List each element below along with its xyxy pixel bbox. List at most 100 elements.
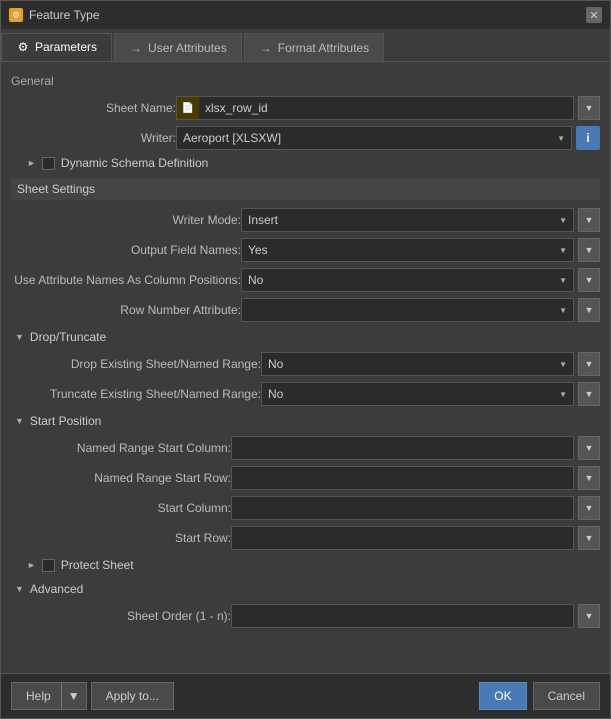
title-bar: ⚙ Feature Type ✕	[1, 1, 610, 29]
use-attribute-names-label: Use Attribute Names As Column Positions:	[11, 273, 241, 287]
footer: Help ▼ Apply to... OK Cancel	[1, 673, 610, 718]
protect-sheet-row: ► Protect Sheet	[27, 558, 600, 572]
writer-mode-arrow-icon: ▼	[559, 216, 567, 225]
named-range-start-row-label: Named Range Start Row:	[11, 471, 231, 485]
truncate-existing-value: No	[268, 387, 283, 401]
writer-control: Aeroport [XLSXW] ▼ i	[176, 126, 600, 150]
dynamic-schema-label: Dynamic Schema Definition	[61, 156, 208, 170]
row-number-attribute-control: ▼ ▼	[241, 298, 600, 322]
general-section-label: General	[11, 74, 600, 88]
row-number-attribute-select[interactable]: ▼	[241, 298, 574, 322]
sheet-order-dropdown-btn[interactable]: ▼	[578, 604, 600, 628]
start-column-row: Start Column: ▼	[11, 496, 600, 520]
dynamic-schema-checkbox[interactable]	[42, 157, 55, 170]
writer-arrow-icon: ▼	[557, 134, 565, 143]
start-column-dropdown-btn[interactable]: ▼	[578, 496, 600, 520]
truncate-existing-select[interactable]: No ▼	[261, 382, 574, 406]
sheet-order-row: Sheet Order (1 - n): ▼	[11, 604, 600, 628]
named-range-start-col-input[interactable]	[231, 436, 574, 460]
truncate-existing-row: Truncate Existing Sheet/Named Range: No …	[11, 382, 600, 406]
tab-format-attributes-label: Format Attributes	[278, 41, 369, 55]
use-attribute-names-row: Use Attribute Names As Column Positions:…	[11, 268, 600, 292]
tab-parameters-label: Parameters	[35, 40, 97, 54]
drop-existing-dropdown-btn[interactable]: ▼	[578, 352, 600, 376]
start-row-row: Start Row: ▼	[11, 526, 600, 550]
truncate-existing-arrow-icon: ▼	[559, 390, 567, 399]
writer-info-btn[interactable]: i	[576, 126, 600, 150]
drop-truncate-label: Drop/Truncate	[30, 330, 106, 344]
row-number-attribute-row: Row Number Attribute: ▼ ▼	[11, 298, 600, 322]
cancel-button[interactable]: Cancel	[533, 682, 600, 710]
close-button[interactable]: ✕	[586, 7, 602, 23]
tab-user-attributes[interactable]: → User Attributes	[114, 33, 242, 61]
drop-truncate-collapse-icon: ▼	[15, 332, 24, 342]
output-field-names-dropdown-btn[interactable]: ▼	[578, 238, 600, 262]
drop-existing-select[interactable]: No ▼	[261, 352, 574, 376]
writer-select[interactable]: Aeroport [XLSXW] ▼	[176, 126, 572, 150]
row-number-attribute-dropdown-btn[interactable]: ▼	[578, 298, 600, 322]
help-button[interactable]: Help	[11, 682, 61, 710]
start-position-header[interactable]: ▼ Start Position	[11, 412, 600, 430]
drop-existing-control: No ▼ ▼	[261, 352, 600, 376]
named-range-start-row-input[interactable]	[231, 466, 574, 490]
start-column-input[interactable]	[231, 496, 574, 520]
main-window: ⚙ Feature Type ✕ ⚙ Parameters → User Att…	[0, 0, 611, 719]
tab-bar: ⚙ Parameters → User Attributes → Format …	[1, 29, 610, 62]
use-attribute-names-select[interactable]: No ▼	[241, 268, 574, 292]
tab-parameters[interactable]: ⚙ Parameters	[1, 33, 112, 61]
writer-mode-control: Insert ▼ ▼	[241, 208, 600, 232]
writer-mode-row: Writer Mode: Insert ▼ ▼	[11, 208, 600, 232]
sheet-name-control: 📄 xlsx_row_id ▼	[176, 96, 600, 120]
writer-mode-dropdown-btn[interactable]: ▼	[578, 208, 600, 232]
start-position-label: Start Position	[30, 414, 101, 428]
sheet-name-value: xlsx_row_id	[199, 101, 573, 115]
named-range-start-col-label: Named Range Start Column:	[11, 441, 231, 455]
advanced-header[interactable]: ▼ Advanced	[11, 580, 600, 598]
output-field-names-arrow-icon: ▼	[559, 246, 567, 255]
sheet-order-input[interactable]	[231, 604, 574, 628]
start-row-dropdown-btn[interactable]: ▼	[578, 526, 600, 550]
writer-value: Aeroport [XLSXW]	[183, 131, 281, 145]
sheet-name-input-wrap[interactable]: 📄 xlsx_row_id	[176, 96, 574, 120]
start-position-collapse-icon: ▼	[15, 416, 24, 426]
sheet-name-row: Sheet Name: 📄 xlsx_row_id ▼	[11, 96, 600, 120]
use-attribute-names-control: No ▼ ▼	[241, 268, 600, 292]
start-column-label: Start Column:	[11, 501, 231, 515]
sheet-name-label: Sheet Name:	[11, 101, 176, 115]
tab-parameters-icon: ⚙	[16, 40, 30, 54]
window-title: Feature Type	[29, 8, 100, 22]
window-icon: ⚙	[9, 8, 23, 22]
sheet-name-file-icon: 📄	[177, 97, 199, 119]
named-range-start-col-dropdown-btn[interactable]: ▼	[578, 436, 600, 460]
output-field-names-control: Yes ▼ ▼	[241, 238, 600, 262]
tab-format-attributes[interactable]: → Format Attributes	[244, 33, 384, 61]
drop-existing-arrow-icon: ▼	[559, 360, 567, 369]
sheet-name-dropdown-btn[interactable]: ▼	[578, 96, 600, 120]
use-attribute-names-dropdown-btn[interactable]: ▼	[578, 268, 600, 292]
sheet-order-label: Sheet Order (1 - n):	[11, 609, 231, 623]
content-area: General Sheet Name: 📄 xlsx_row_id ▼ Writ…	[1, 62, 610, 673]
apply-to-button[interactable]: Apply to...	[91, 682, 174, 710]
footer-right: OK Cancel	[479, 682, 600, 710]
title-bar-left: ⚙ Feature Type	[9, 8, 100, 22]
dynamic-schema-collapse-arrow: ►	[27, 158, 36, 168]
dynamic-schema-row: ► Dynamic Schema Definition	[27, 156, 600, 170]
drop-truncate-header[interactable]: ▼ Drop/Truncate	[11, 328, 600, 346]
writer-mode-select[interactable]: Insert ▼	[241, 208, 574, 232]
drop-existing-value: No	[268, 357, 283, 371]
drop-existing-row: Drop Existing Sheet/Named Range: No ▼ ▼	[11, 352, 600, 376]
start-row-input[interactable]	[231, 526, 574, 550]
output-field-names-select[interactable]: Yes ▼	[241, 238, 574, 262]
writer-row: Writer: Aeroport [XLSXW] ▼ i	[11, 126, 600, 150]
drop-existing-label: Drop Existing Sheet/Named Range:	[11, 357, 261, 371]
named-range-start-row-dropdown-btn[interactable]: ▼	[578, 466, 600, 490]
ok-button[interactable]: OK	[479, 682, 526, 710]
use-attribute-names-arrow-icon: ▼	[559, 276, 567, 285]
help-dropdown-btn[interactable]: ▼	[61, 682, 87, 710]
tab-user-attributes-label: User Attributes	[148, 41, 227, 55]
truncate-existing-dropdown-btn[interactable]: ▼	[578, 382, 600, 406]
sheet-settings-label: Sheet Settings	[17, 182, 95, 196]
truncate-existing-control: No ▼ ▼	[261, 382, 600, 406]
protect-sheet-checkbox[interactable]	[42, 559, 55, 572]
protect-sheet-collapse-arrow: ►	[27, 560, 36, 570]
